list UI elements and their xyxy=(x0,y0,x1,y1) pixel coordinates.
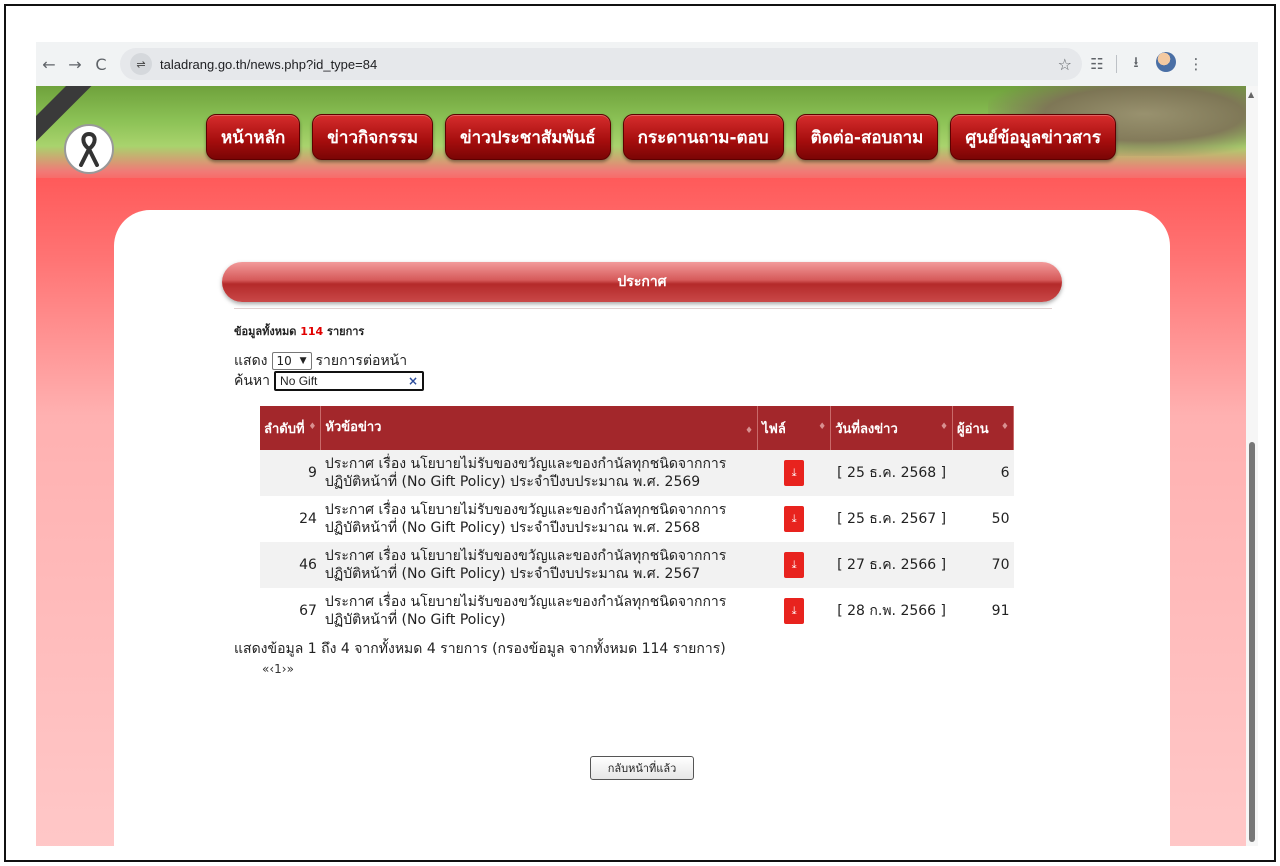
chevron-down-icon: ▼ xyxy=(299,356,307,366)
back-button[interactable]: กลับหน้าที่แล้ว xyxy=(590,756,694,780)
sort-icon: ♦ xyxy=(818,422,827,432)
scroll-thumb[interactable] xyxy=(1249,442,1255,842)
menu-home[interactable]: หน้าหลัก xyxy=(206,114,301,160)
pdf-icon[interactable]: ⤓ xyxy=(784,460,805,486)
url-text[interactable]: taladrang.go.th/news.php?id_type=84 xyxy=(160,57,377,72)
pdf-icon[interactable]: ⤓ xyxy=(784,552,805,578)
screenshot-frame: ← → C ⇌ taladrang.go.th/news.php?id_type… xyxy=(4,4,1276,862)
browser-menu-icon[interactable]: ⋮ xyxy=(1181,55,1211,73)
page-length-select[interactable]: 10 ▼ xyxy=(271,352,312,370)
page-length-control: แสดง 10 ▼ รายการต่อหน้า xyxy=(234,350,407,372)
menu-public-relations[interactable]: ข่าวประชาสัมพันธ์ xyxy=(445,114,611,160)
row-date: [ 25 ธ.ค. 2568 ] xyxy=(830,450,953,496)
search-control: ค้นหา No Gift × xyxy=(234,370,425,392)
pdf-icon[interactable]: ⤓ xyxy=(784,506,805,532)
menu-contact[interactable]: ติดต่อ-สอบถาม xyxy=(795,114,939,160)
row-number: 24 xyxy=(260,496,321,542)
main-menu: หน้าหลัก ข่าวกิจกรรม ข่าวประชาสัมพันธ์ ก… xyxy=(206,114,1116,160)
reload-icon[interactable]: C xyxy=(88,51,114,77)
news-table: ลำดับที่ ♦ หัวข้อข่าว ♦ ไฟล์ ♦ วันที่ลงข่าว… xyxy=(260,406,1014,634)
page-length-value: 10 xyxy=(276,354,292,368)
table-row: 24 ประกาศ เรื่อง นโยบายไม่รับของขวัญและข… xyxy=(260,496,1014,542)
table-row: 9 ประกาศ เรื่อง นโยบายไม่รับของขวัญและขอ… xyxy=(260,450,1014,496)
mourning-ribbon-icon xyxy=(64,124,114,174)
reader-mode-icon[interactable]: ☷ xyxy=(1082,55,1112,73)
page-viewport: หน้าหลัก ข่าวกิจกรรม ข่าวประชาสัมพันธ์ ก… xyxy=(36,86,1258,846)
row-date: [ 27 ธ.ค. 2566 ] xyxy=(830,542,953,588)
row-title-link[interactable]: ประกาศ เรื่อง นโยบายไม่รับของขวัญและของก… xyxy=(320,450,758,496)
pagination[interactable]: «‹1›» xyxy=(262,662,294,676)
col-header-title[interactable]: หัวข้อข่าว ♦ xyxy=(320,406,759,450)
total-count: ข้อมูลทั้งหมด 114 รายการ xyxy=(234,322,364,340)
file-cell: ⤓ xyxy=(757,496,831,542)
search-input[interactable]: No Gift × xyxy=(274,371,425,391)
title-divider xyxy=(234,308,1052,309)
table-row: 67 ประกาศ เรื่อง นโยบายไม่รับของขวัญและข… xyxy=(260,588,1014,634)
pdf-icon[interactable]: ⤓ xyxy=(784,598,805,624)
menu-webboard[interactable]: กระดานถาม-ตอบ xyxy=(622,114,784,160)
clear-search-icon[interactable]: × xyxy=(408,374,418,388)
scroll-up-icon[interactable]: ▲ xyxy=(1248,90,1254,99)
col-header-readers[interactable]: ผู้อ่าน ♦ xyxy=(952,406,1014,450)
section-title: ประกาศ xyxy=(222,262,1062,302)
toolbar-divider xyxy=(1116,55,1117,73)
bookmark-star-icon[interactable]: ☆ xyxy=(1058,55,1072,74)
profile-avatar[interactable] xyxy=(1151,52,1181,76)
file-cell: ⤓ xyxy=(757,450,831,496)
row-date: [ 25 ธ.ค. 2567 ] xyxy=(830,496,953,542)
sort-icon: ♦ xyxy=(308,422,317,432)
row-readers: 70 xyxy=(952,542,1014,588)
row-readers: 50 xyxy=(952,496,1014,542)
table-info: แสดงข้อมูล 1 ถึง 4 จากทั้งหมด 4 รายการ (… xyxy=(234,641,726,657)
col-header-date[interactable]: วันที่ลงข่าว ♦ xyxy=(830,406,954,450)
total-number: 114 xyxy=(300,325,324,338)
row-date: [ 28 ก.พ. 2566 ] xyxy=(830,588,953,634)
download-icon[interactable]: ⭳ xyxy=(1121,52,1151,77)
row-number: 9 xyxy=(260,450,321,496)
length-prefix: แสดง xyxy=(234,353,268,369)
sort-icon: ♦ xyxy=(745,426,754,436)
browser-toolbar: ← → C ⇌ taladrang.go.th/news.php?id_type… xyxy=(36,42,1258,86)
file-cell: ⤓ xyxy=(757,588,831,634)
row-readers: 6 xyxy=(952,450,1014,496)
menu-info-center[interactable]: ศูนย์ข้อมูลข่าวสาร xyxy=(950,114,1116,160)
page-scrollbar[interactable]: ▲ xyxy=(1246,86,1258,846)
row-title-link[interactable]: ประกาศ เรื่อง นโยบายไม่รับของขวัญและของก… xyxy=(320,542,758,588)
total-prefix: ข้อมูลทั้งหมด xyxy=(234,325,297,338)
search-value[interactable]: No Gift xyxy=(280,374,408,388)
site-info-icon[interactable]: ⇌ xyxy=(130,53,152,75)
row-title-link[interactable]: ประกาศ เรื่อง นโยบายไม่รับของขวัญและของก… xyxy=(320,496,758,542)
search-label: ค้นหา xyxy=(234,373,271,389)
row-number: 67 xyxy=(260,588,321,634)
table-header-row: ลำดับที่ ♦ หัวข้อข่าว ♦ ไฟล์ ♦ วันที่ลงข่าว… xyxy=(260,406,1014,450)
file-cell: ⤓ xyxy=(757,542,831,588)
total-suffix: รายการ xyxy=(327,325,365,338)
col-header-file[interactable]: ไฟล์ ♦ xyxy=(757,406,832,450)
menu-activities[interactable]: ข่าวกิจกรรม xyxy=(312,114,434,160)
table-row: 46 ประกาศ เรื่อง นโยบายไม่รับของขวัญและข… xyxy=(260,542,1014,588)
row-readers: 91 xyxy=(952,588,1014,634)
sort-icon: ♦ xyxy=(939,422,949,432)
length-suffix: รายการต่อหน้า xyxy=(315,353,408,369)
sort-icon: ♦ xyxy=(1000,422,1009,432)
row-number: 46 xyxy=(260,542,321,588)
address-bar[interactable]: ⇌ taladrang.go.th/news.php?id_type=84 ☆ xyxy=(120,48,1082,80)
forward-icon[interactable]: → xyxy=(62,51,88,77)
row-title-link[interactable]: ประกาศ เรื่อง นโยบายไม่รับของขวัญและของก… xyxy=(320,588,758,634)
back-icon[interactable]: ← xyxy=(36,51,62,77)
content-panel: ประกาศ ข้อมูลทั้งหมด 114 รายการ แสดง 10 … xyxy=(114,210,1170,846)
col-header-number[interactable]: ลำดับที่ ♦ xyxy=(260,406,322,450)
